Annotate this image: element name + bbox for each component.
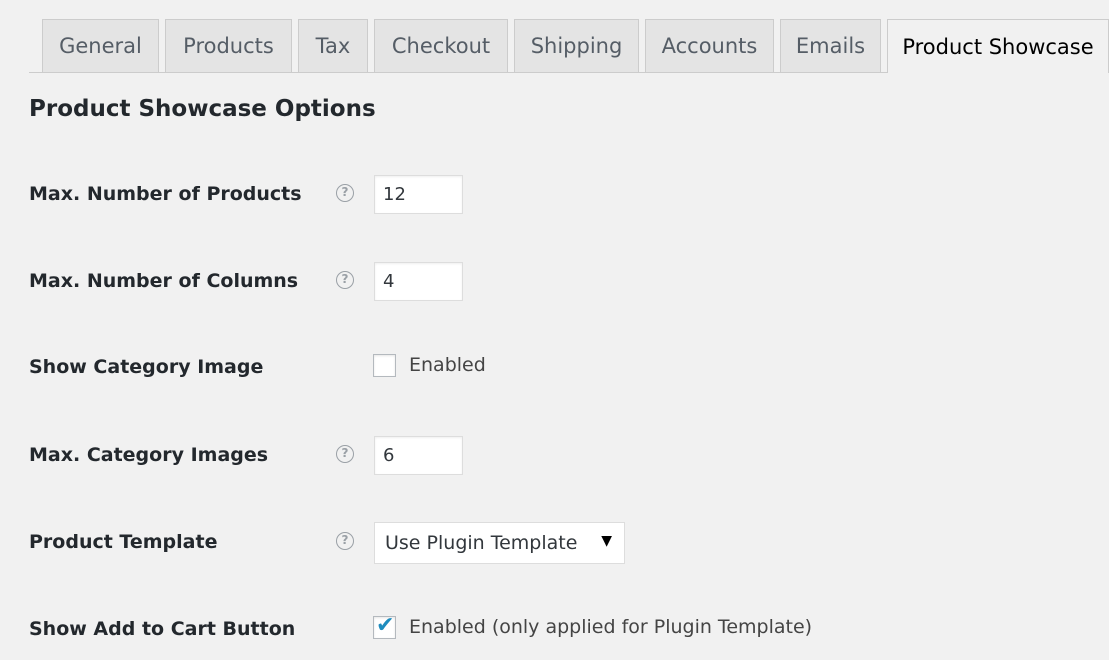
tab-product-showcase[interactable]: Product Showcase <box>887 19 1109 73</box>
max-columns-input[interactable] <box>374 262 463 301</box>
show-add-to-cart-label: Show Add to Cart Button <box>29 618 296 640</box>
checkmark-icon: ✔ <box>376 613 395 638</box>
tab-general[interactable]: General <box>42 19 159 72</box>
help-icon[interactable]: ? <box>336 271 354 289</box>
tab-products[interactable]: Products <box>165 19 292 72</box>
show-category-image-checkbox[interactable] <box>373 354 396 377</box>
max-products-input[interactable] <box>374 175 463 214</box>
product-template-label: Product Template <box>29 531 218 553</box>
tab-emails[interactable]: Emails <box>780 19 881 72</box>
tab-shipping[interactable]: Shipping <box>514 19 639 72</box>
settings-tabs: General Products Tax Checkout Shipping A… <box>0 0 1109 73</box>
chevron-down-icon: ▼ <box>601 533 612 549</box>
help-icon[interactable]: ? <box>336 445 354 463</box>
tab-checkout[interactable]: Checkout <box>374 19 508 72</box>
show-add-to-cart-checkbox[interactable]: ✔ <box>373 613 396 639</box>
max-products-label: Max. Number of Products <box>29 183 302 205</box>
show-category-image-label: Show Category Image <box>29 356 264 378</box>
max-category-images-label: Max. Category Images <box>29 444 269 466</box>
help-icon[interactable]: ? <box>336 532 354 550</box>
help-icon[interactable]: ? <box>336 184 354 202</box>
max-category-images-input[interactable] <box>374 436 463 475</box>
tab-tax[interactable]: Tax <box>298 19 368 72</box>
max-columns-label: Max. Number of Columns <box>29 270 299 292</box>
product-template-select[interactable]: Use Plugin Template ▼ <box>374 522 625 564</box>
show-add-to-cart-checkbox-label[interactable]: Enabled (only applied for Plugin Templat… <box>409 616 812 638</box>
product-template-selected: Use Plugin Template <box>385 532 578 554</box>
show-category-image-checkbox-label[interactable]: Enabled <box>409 354 486 376</box>
page-title: Product Showcase Options <box>29 96 376 122</box>
tab-accounts[interactable]: Accounts <box>645 19 774 72</box>
